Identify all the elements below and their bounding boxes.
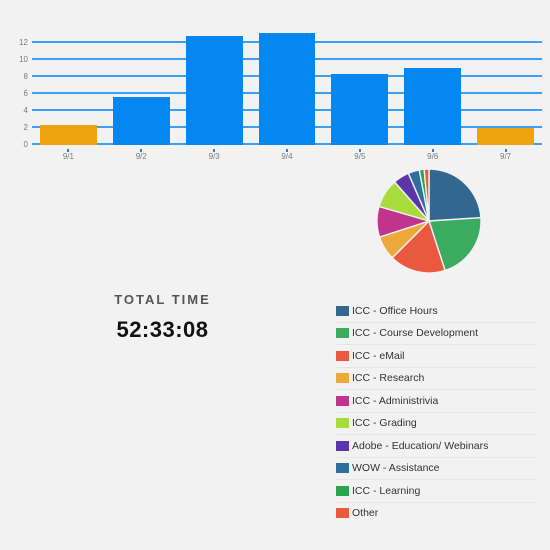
legend-item[interactable]: ICC - Office Hours (336, 300, 536, 323)
bar-chart-y-tick-label: 8 (23, 72, 28, 81)
legend-item-label: ICC - Grading (352, 417, 417, 430)
bar-chart-y-tick-label: 4 (23, 106, 28, 115)
legend-color-swatch (336, 418, 349, 429)
legend-item[interactable]: WOW - Assistance (336, 458, 536, 480)
pie-chart-legend: ICC - Office Hours ICC - Course Developme… (336, 300, 536, 524)
bar-chart-y-tick-label: 2 (23, 123, 28, 132)
legend-item-label: Other (352, 507, 379, 520)
total-time-label: TOTAL TIME (114, 292, 211, 307)
legend-item-label: ICC - Administrivia (352, 394, 439, 407)
bar-chart-bar[interactable] (185, 36, 243, 145)
total-time-panel: TOTAL TIME 52:33:08 (60, 292, 265, 343)
bar-chart-x-tick-label: 9/2 (135, 152, 147, 161)
total-time-value: 52:33:08 (116, 317, 209, 342)
legend-color-swatch (336, 350, 349, 361)
legend-item[interactable]: ICC - eMail (336, 345, 536, 368)
legend-color-swatch (336, 305, 349, 316)
bar-chart-bar[interactable] (112, 97, 170, 145)
legend-item[interactable]: ICC - Course Development (336, 323, 536, 345)
legend-item[interactable]: ICC - Administrivia (336, 390, 536, 413)
pie-slice[interactable]: ICC - Office Hours (428, 168, 482, 222)
legend-item-label: ICC - Research (352, 372, 425, 385)
bar-chart-bar[interactable] (331, 74, 389, 145)
bar-chart-x-tick-label: 9/3 (208, 152, 220, 161)
bar-chart-x-tick-label: 9/7 (500, 152, 512, 161)
bar-chart-y-tick-label: 6 (23, 89, 28, 98)
bar-chart-bar[interactable] (404, 67, 462, 145)
bar-chart: 0 2 4 6 8 10 12 9/1 9/2 9/3 9/4 9/5 9/6 9/7 (0, 0, 550, 168)
legend-color-swatch (336, 440, 349, 451)
legend-item-label: ICC - Office Hours (352, 304, 438, 317)
legend-item-label: Adobe - Education/ Webinars (352, 439, 489, 452)
legend-item[interactable]: ICC - Grading (336, 413, 536, 435)
bar-chart-bar[interactable] (258, 32, 316, 145)
legend-color-swatch (336, 463, 349, 474)
legend-item-label: ICC - eMail (352, 349, 405, 362)
legend-color-swatch (336, 373, 349, 384)
legend-item[interactable]: ICC - Learning (336, 480, 536, 503)
bar-chart-y-tick-label: 12 (19, 38, 28, 47)
bar-chart-bars (32, 20, 542, 145)
legend-item-label: ICC - Learning (352, 484, 421, 497)
bar-chart-y-tick-label: 10 (19, 55, 28, 64)
legend-item-label: WOW - Assistance (352, 462, 440, 475)
legend-color-swatch (336, 395, 349, 406)
legend-item[interactable]: ICC - Research (336, 368, 536, 390)
bar-chart-y-tick-label: 0 (23, 140, 28, 149)
legend-color-swatch (336, 328, 349, 339)
legend-item[interactable]: Adobe - Education/ Webinars (336, 435, 536, 458)
bar-chart-x-axis: 9/1 9/2 9/3 9/4 9/5 9/6 9/7 (32, 149, 542, 165)
bar-chart-bar[interactable] (477, 128, 534, 145)
bar-chart-bar[interactable] (40, 125, 97, 145)
legend-item[interactable]: Other (336, 503, 536, 525)
pie-chart-svg: ICC - Office HoursICC - Course Developme… (376, 168, 482, 274)
legend-item-label: ICC - Course Development (352, 327, 479, 340)
bar-chart-x-tick-label: 9/1 (62, 152, 74, 161)
legend-color-swatch (336, 485, 349, 496)
bar-chart-x-tick-label: 9/5 (354, 152, 366, 161)
pie-chart: ICC - Office HoursICC - Course Developme… (374, 166, 484, 276)
bar-chart-x-tick-label: 9/4 (281, 152, 293, 161)
dashboard: 0 2 4 6 8 10 12 9/1 9/2 9/3 9/4 9/5 9/6 9/7 ICC - Of… (0, 0, 550, 550)
bar-chart-y-axis: 0 2 4 6 8 10 12 (0, 38, 28, 149)
bar-chart-x-tick-label: 9/6 (427, 152, 439, 161)
legend-color-swatch (336, 508, 349, 519)
